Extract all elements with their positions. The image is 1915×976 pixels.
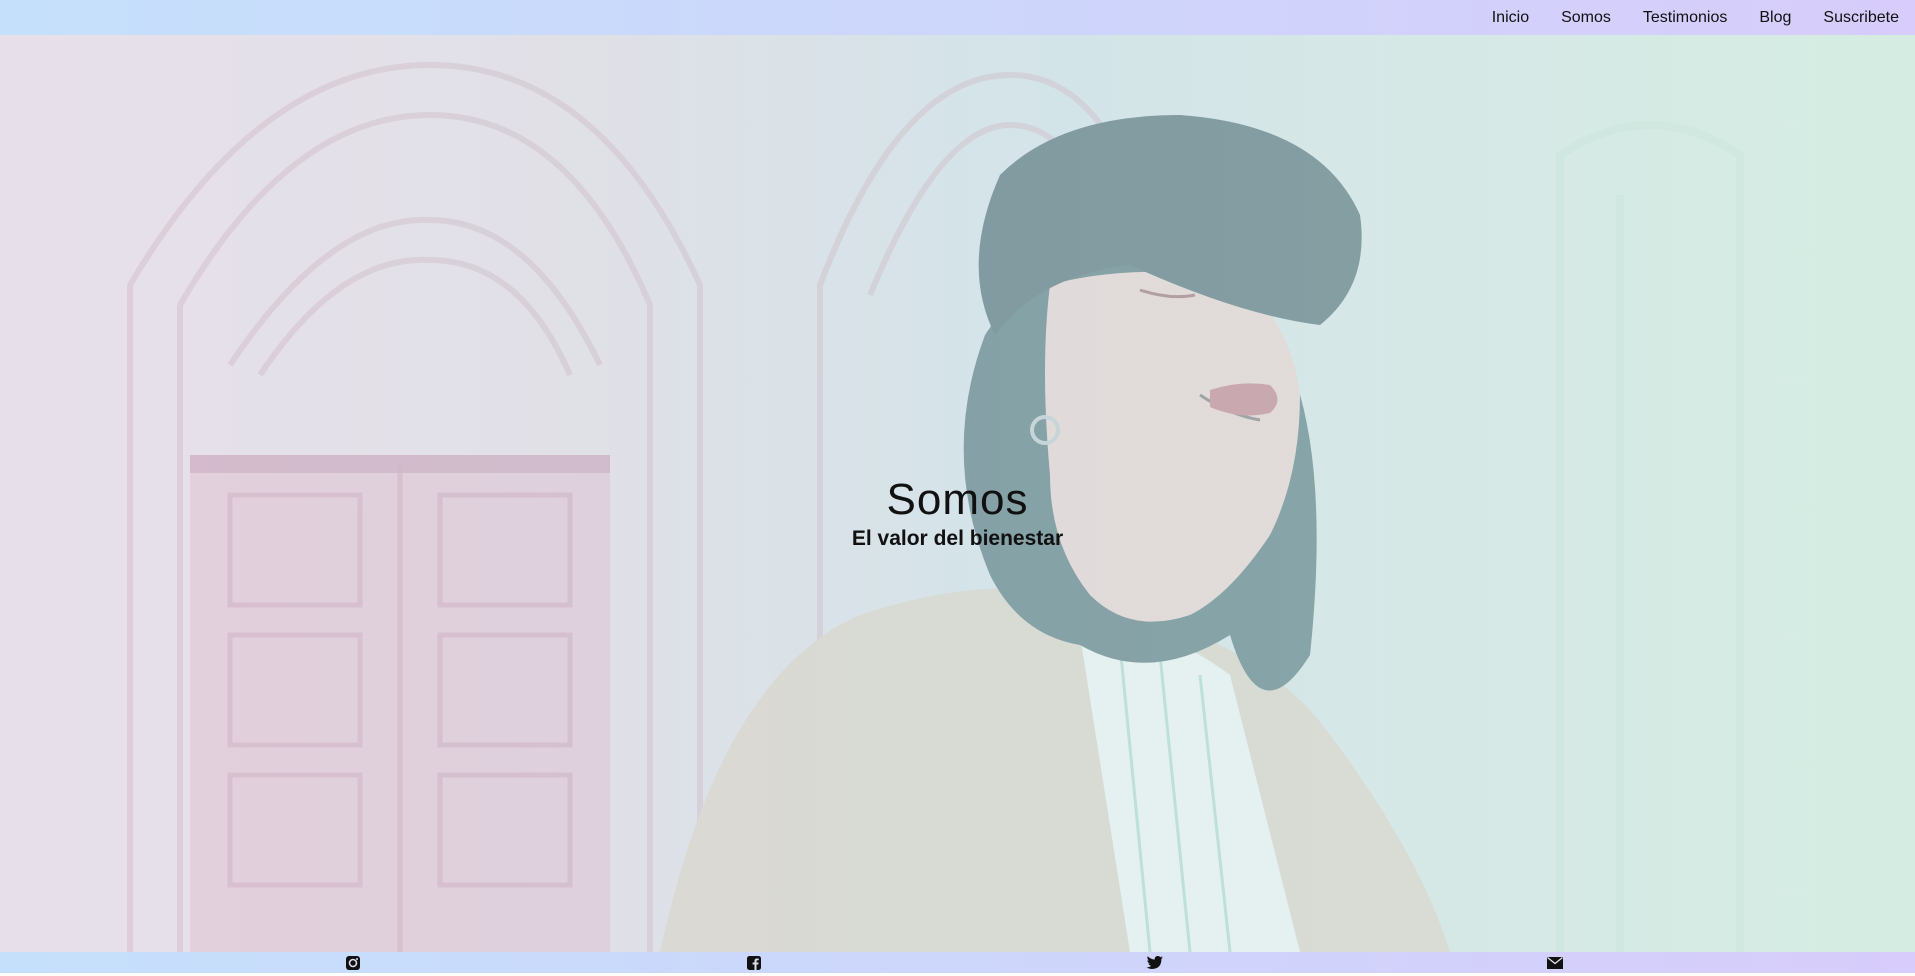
social-footer bbox=[0, 952, 1915, 973]
hero-subtitle: El valor del bienestar bbox=[851, 527, 1064, 550]
hero-text-block: Somos El valor del bienestar bbox=[0, 475, 1915, 551]
facebook-icon[interactable] bbox=[746, 955, 762, 971]
mail-icon[interactable] bbox=[1546, 955, 1563, 971]
instagram-icon[interactable] bbox=[345, 955, 361, 971]
nav-suscribete[interactable]: Suscribete bbox=[1823, 0, 1899, 35]
nav-blog[interactable]: Blog bbox=[1759, 0, 1791, 35]
nav-testimonios[interactable]: Testimonios bbox=[1643, 0, 1727, 35]
hero-section: Somos El valor del bienestar bbox=[0, 35, 1915, 952]
nav-somos[interactable]: Somos bbox=[1561, 0, 1611, 35]
twitter-icon[interactable] bbox=[1146, 955, 1163, 971]
nav-inicio[interactable]: Inicio bbox=[1492, 0, 1529, 35]
top-navbar: Inicio Somos Testimonios Blog Suscribete bbox=[0, 0, 1915, 35]
hero-title: Somos bbox=[886, 475, 1029, 524]
